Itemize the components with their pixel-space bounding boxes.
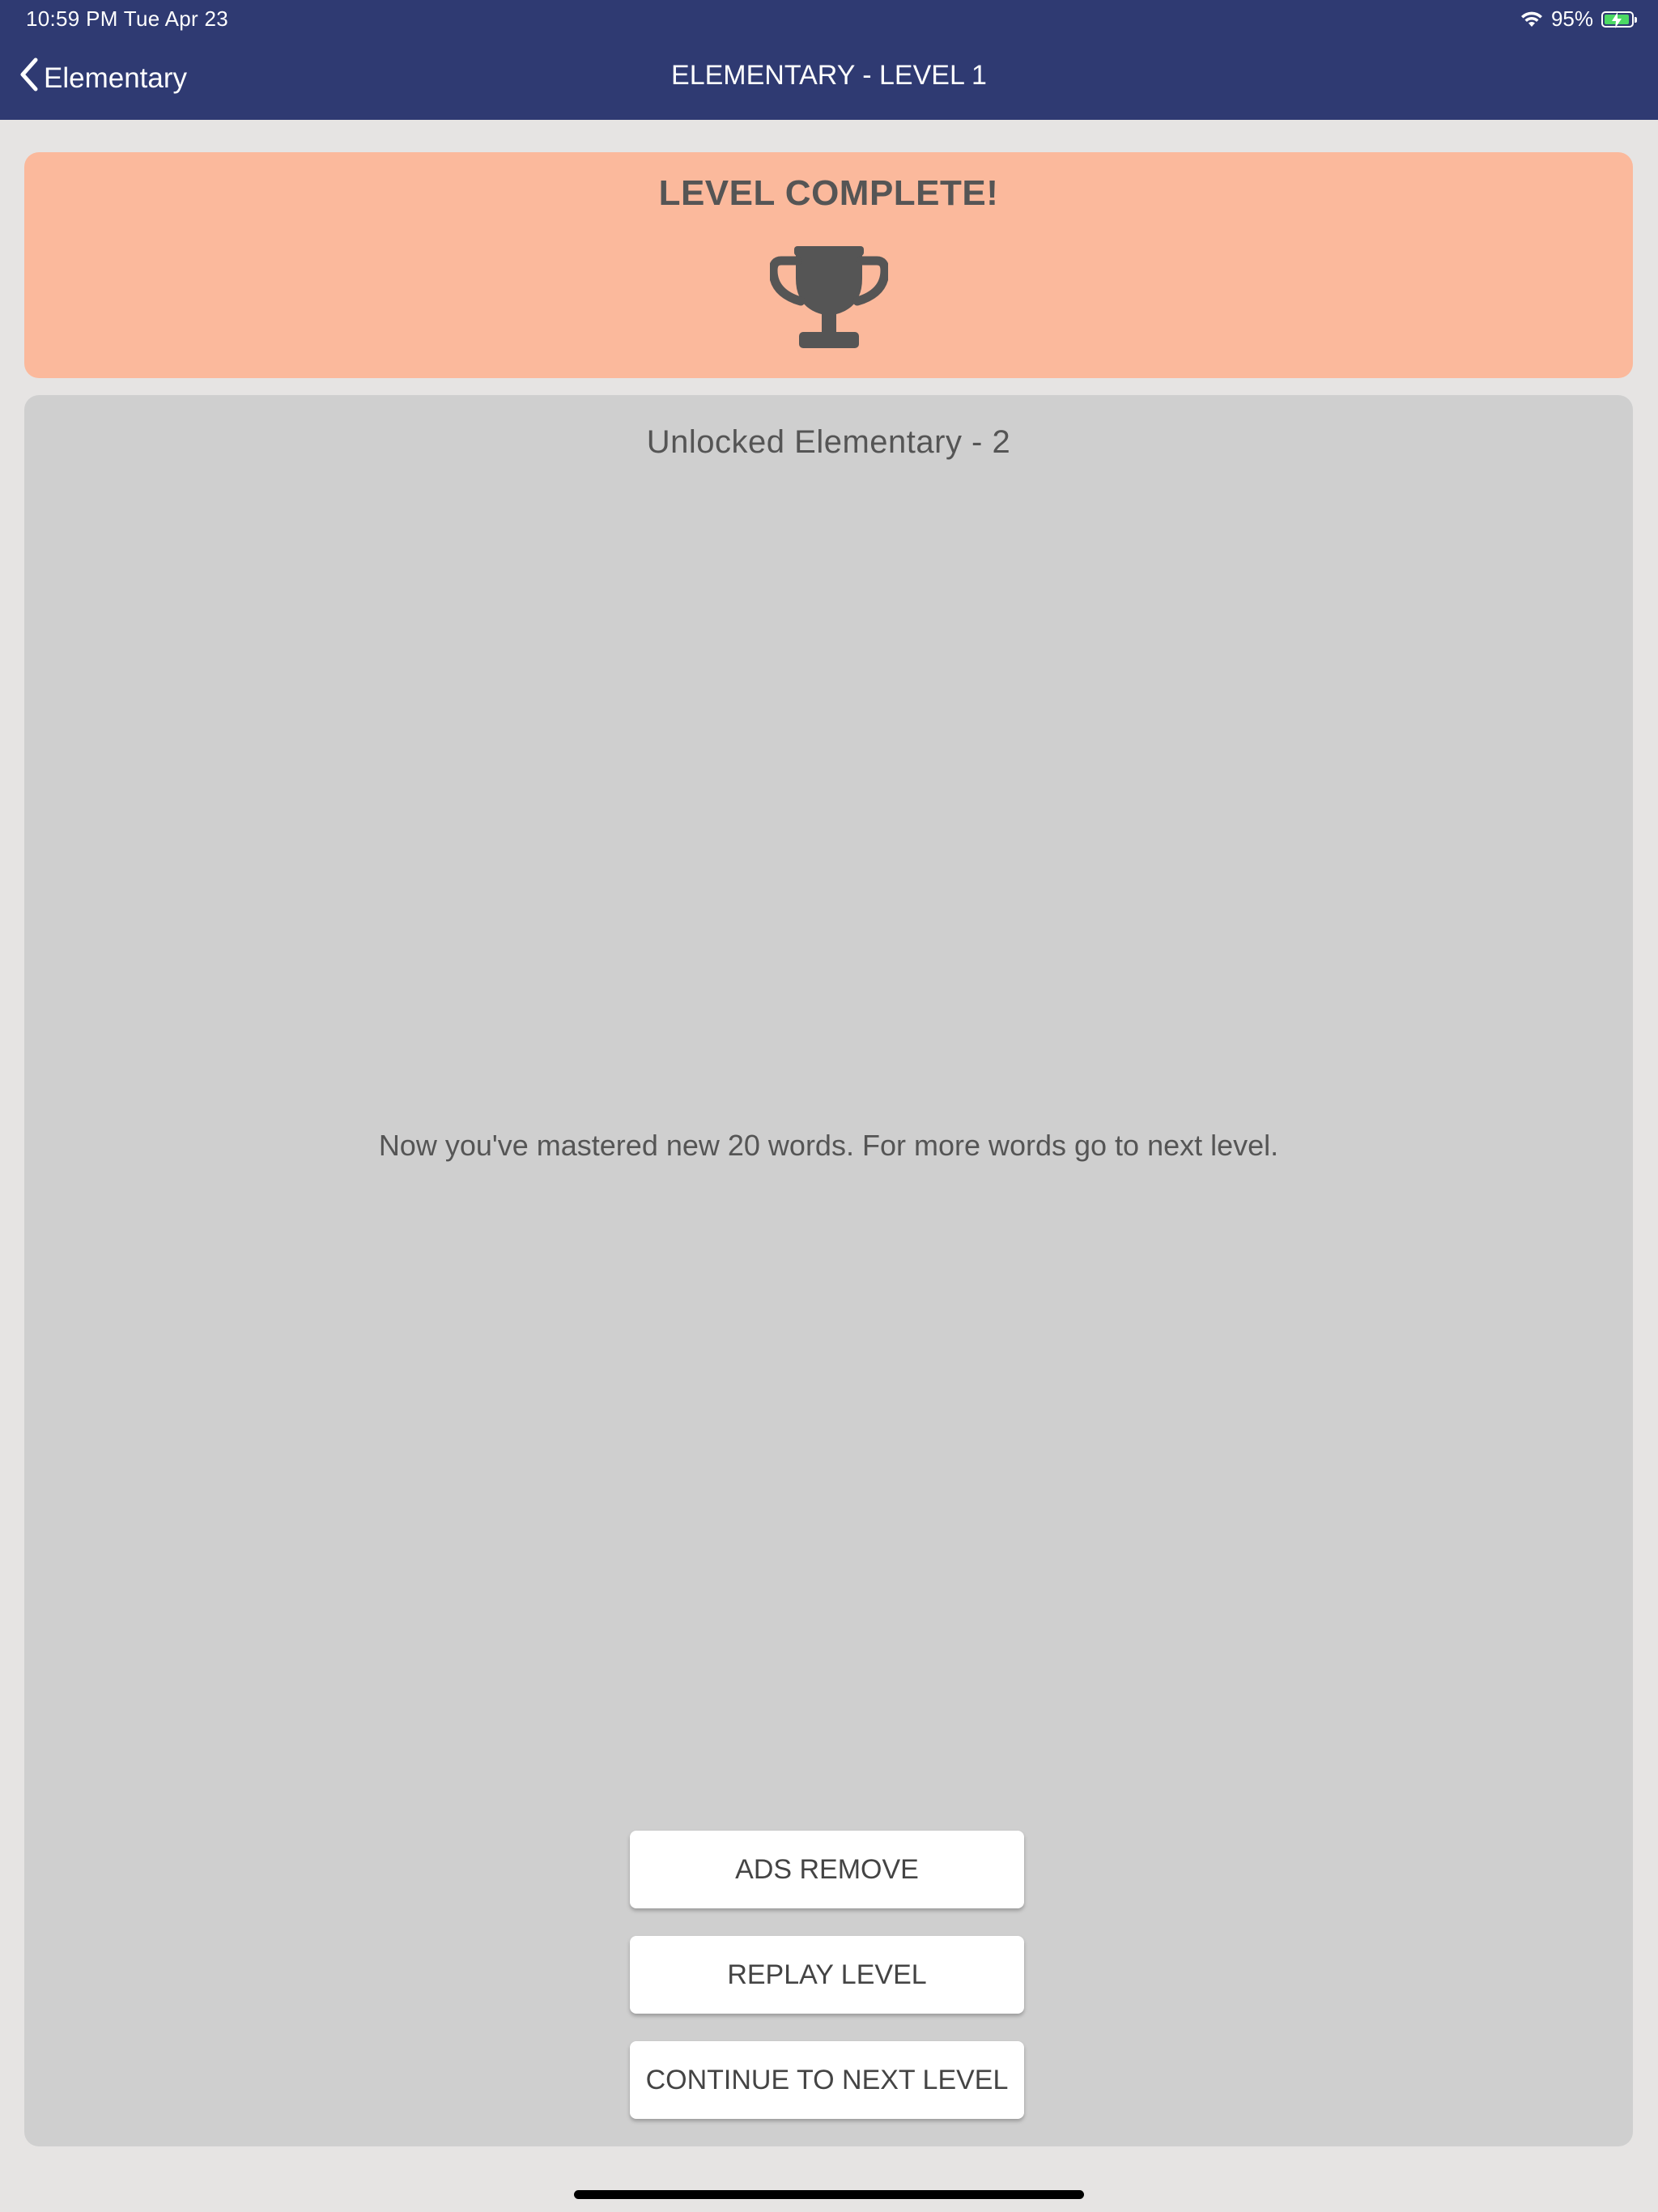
wifi-icon bbox=[1520, 11, 1543, 28]
navigation-bar: 10:59 PM Tue Apr 23 95% Elementary ELEME… bbox=[0, 0, 1658, 120]
ads-remove-button[interactable]: ADS REMOVE bbox=[630, 1831, 1024, 1908]
status-time: 10:59 PM Tue Apr 23 bbox=[26, 6, 228, 31]
home-indicator[interactable] bbox=[574, 2190, 1084, 2199]
page-title: ELEMENTARY - LEVEL 1 bbox=[671, 60, 987, 91]
level-complete-title: LEVEL COMPLETE! bbox=[658, 173, 999, 213]
battery-percent: 95% bbox=[1550, 6, 1593, 31]
level-complete-banner: LEVEL COMPLETE! bbox=[24, 152, 1633, 378]
replay-level-button[interactable]: REPLAY LEVEL bbox=[630, 1936, 1024, 2014]
unlocked-level-title: Unlocked Elementary - 2 bbox=[646, 424, 1011, 460]
battery-icon bbox=[1601, 11, 1637, 28]
continue-next-level-button[interactable]: CONTINUE TO NEXT LEVEL bbox=[630, 2041, 1024, 2119]
mastered-message: Now you've mastered new 20 words. For mo… bbox=[378, 1129, 1279, 1162]
result-panel: Unlocked Elementary - 2 Now you've maste… bbox=[24, 395, 1633, 2146]
status-indicators: 95% bbox=[1520, 6, 1637, 32]
trophy-icon bbox=[768, 246, 890, 350]
